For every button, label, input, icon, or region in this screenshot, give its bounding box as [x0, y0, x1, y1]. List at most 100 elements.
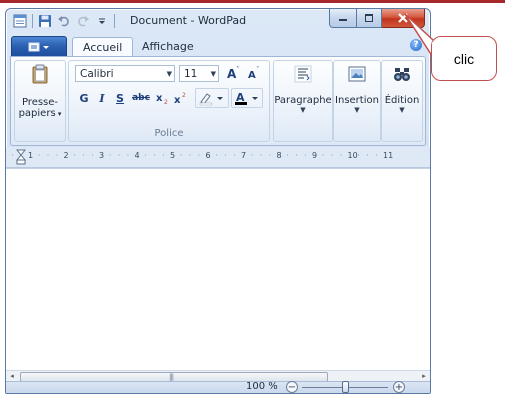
ruler-minor-tick: · — [37, 151, 41, 160]
paste-label: Presse- papiers ▾ — [15, 97, 65, 120]
font-size-combo[interactable]: 11 ▼ — [179, 65, 219, 82]
ruler-minor-tick: · — [268, 151, 272, 160]
help-icon[interactable]: ? — [410, 39, 422, 51]
underline-button[interactable]: S — [113, 89, 127, 107]
clipboard-icon — [29, 63, 51, 85]
status-bar: 100 % − + — [6, 381, 430, 393]
edit-label: Édition — [384, 95, 420, 106]
insert-dropdown-icon: ▼ — [354, 106, 360, 114]
svg-text:A: A — [248, 70, 256, 80]
ruler[interactable]: 1···2···3···4···5···6···7···8···9···10··… — [6, 147, 430, 168]
ruler-tick-label: 5 — [170, 151, 176, 160]
close-button[interactable] — [382, 9, 425, 28]
insert-button[interactable]: Insertion ▼ — [334, 63, 380, 114]
grow-font-icon: Aˆ — [227, 66, 240, 80]
scrollbar-grip-icon: ||| — [169, 373, 174, 381]
font-group: Calibri ▼ 11 ▼ Aˆ Aˇ G I S abc x2 x2 A P… — [68, 60, 270, 142]
wordpad-window: Document - WordPad Accueil Affichage ? P… — [5, 8, 431, 394]
redo-icon[interactable] — [75, 13, 91, 29]
ruler-minor-tick: · — [20, 151, 23, 160]
superscript-button[interactable]: x2 — [173, 89, 189, 107]
ruler-tick-label: 1 — [28, 151, 34, 160]
grow-font-button[interactable]: Aˆ — [225, 64, 243, 82]
save-icon[interactable] — [37, 13, 53, 29]
ruler-tick-label: 7 — [241, 151, 247, 160]
ruler-minor-tick: · — [162, 151, 165, 160]
svg-text:x: x — [156, 93, 163, 104]
ruler-minor-tick: · — [286, 151, 289, 160]
ruler-minor-tick: · — [197, 151, 201, 160]
ruler-minor-tick: · — [321, 151, 325, 160]
qat-separator-2 — [114, 14, 115, 28]
paragraph-dropdown-icon: ▼ — [300, 106, 306, 114]
insert-picture-icon — [346, 63, 368, 85]
paragraph-group: Paragraphe ▼ — [273, 60, 333, 142]
ruler-minor-tick: · — [73, 151, 76, 160]
highlight-color-button[interactable] — [195, 88, 229, 108]
paragraph-button[interactable]: Paragraphe ▼ — [274, 63, 332, 114]
insert-group: Insertion ▼ — [333, 60, 381, 142]
callout-text: clic — [453, 50, 475, 67]
ruler-minor-tick: · — [224, 151, 227, 160]
ruler-minor-tick: · — [250, 151, 254, 160]
page-top-line — [0, 0, 505, 3]
svg-text:x: x — [174, 95, 181, 105]
minimize-icon — [339, 19, 347, 21]
ruler-tick-label: 4 — [134, 151, 140, 160]
document-editor[interactable] — [6, 168, 430, 371]
edit-group: Édition ▼ — [381, 60, 423, 142]
font-color-icon: A — [235, 91, 258, 105]
wordpad-app-icon[interactable] — [12, 13, 28, 29]
ruler-minor-tick: · — [188, 151, 192, 160]
minimize-button[interactable] — [329, 9, 357, 28]
shrink-font-button[interactable]: Aˇ — [245, 64, 263, 82]
edit-dropdown-icon: ▼ — [399, 106, 405, 114]
binoculars-icon — [391, 63, 413, 85]
font-group-label: Police — [154, 128, 184, 139]
font-family-combo[interactable]: Calibri ▼ — [75, 65, 175, 82]
title-bar: Document - WordPad — [6, 9, 430, 33]
ruler-minor-tick: · — [215, 151, 218, 160]
svg-text:ˆ: ˆ — [236, 66, 240, 74]
ruler-minor-tick: · — [144, 151, 147, 160]
font-size-value: 11 — [184, 67, 198, 80]
paste-button[interactable] — [19, 63, 61, 87]
ruler-minor-tick: · — [366, 151, 369, 160]
undo-icon[interactable] — [56, 13, 72, 29]
strikethrough-button[interactable]: abc — [131, 89, 151, 107]
subscript-icon: x2 — [156, 93, 168, 105]
tab-accueil[interactable]: Accueil — [72, 37, 134, 57]
ruler-tick-label: 3 — [99, 151, 105, 160]
annotation-callout: clic — [431, 36, 497, 81]
zoom-out-button[interactable]: − — [286, 381, 298, 393]
zoom-in-button[interactable]: + — [393, 381, 405, 393]
ruler-minor-tick: · — [357, 151, 360, 160]
maximize-button[interactable] — [357, 9, 382, 28]
font-family-dropdown-icon: ▼ — [166, 70, 172, 78]
ruler-minor-tick: · — [108, 151, 112, 160]
paragraph-icon — [292, 63, 314, 85]
font-color-button[interactable]: A — [231, 88, 263, 108]
shrink-font-icon: Aˇ — [248, 66, 260, 80]
subscript-button[interactable]: x2 — [155, 89, 171, 107]
ruler-minor-tick: · — [11, 151, 14, 160]
maximize-icon — [365, 14, 373, 22]
ruler-minor-tick: · — [126, 151, 130, 160]
qat-separator — [32, 14, 33, 28]
bold-button[interactable]: G — [77, 89, 91, 107]
font-family-value: Calibri — [80, 67, 114, 80]
svg-text:ˇ: ˇ — [256, 66, 260, 74]
tab-affichage[interactable]: Affichage — [132, 37, 204, 56]
ruler-minor-tick: · — [375, 151, 378, 160]
insert-label: Insertion — [335, 95, 379, 106]
italic-button[interactable]: I — [95, 89, 109, 107]
application-menu-button[interactable] — [11, 36, 67, 57]
ruler-minor-tick: · — [295, 151, 298, 160]
ruler-minor-tick: · — [46, 151, 50, 160]
edit-button[interactable]: Édition ▼ — [382, 63, 422, 114]
ribbon-panel: Presse- papiers ▾ Calibri ▼ 11 ▼ Aˆ Aˇ G… — [10, 56, 426, 146]
svg-text:2: 2 — [164, 99, 168, 105]
zoom-slider-thumb[interactable] — [342, 381, 349, 393]
zoom-level-text: 100 % — [246, 381, 278, 392]
customize-qat-icon[interactable] — [94, 13, 110, 29]
